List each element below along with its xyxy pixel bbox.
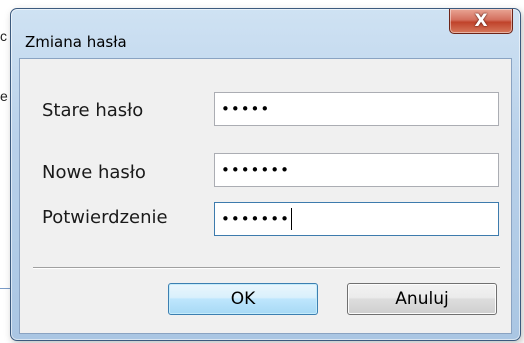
cancel-button[interactable]: Anuluj [347, 283, 497, 315]
ok-button[interactable]: OK [168, 283, 318, 315]
background-text-fragment-top: c [0, 28, 7, 44]
new-password-label: Nowe hasło [42, 162, 146, 183]
old-password-label: Stare hasło [42, 100, 144, 121]
old-password-value: ••••• [221, 100, 271, 118]
dialog-client-area: Stare hasło ••••• Nowe hasło ••••••• Pot… [19, 58, 512, 334]
new-password-value: ••••••• [221, 161, 290, 179]
new-password-input[interactable]: ••••••• [214, 153, 499, 187]
close-icon: X [474, 11, 488, 31]
confirm-password-value: ••••••• [221, 210, 290, 228]
confirm-password-input[interactable]: ••••••• [214, 202, 499, 236]
dialog-title: Zmiana hasła [25, 33, 127, 51]
background-divider [0, 288, 10, 289]
button-separator [33, 267, 500, 269]
close-button[interactable]: X [449, 9, 513, 34]
old-password-input[interactable]: ••••• [214, 92, 499, 126]
change-password-dialog: Zmiana hasła X Stare hasło ••••• Nowe ha… [10, 8, 521, 341]
background-text-fragment-mid: e [0, 88, 8, 104]
text-caret [290, 208, 292, 230]
confirm-password-label: Potwierdzenie [42, 207, 168, 228]
